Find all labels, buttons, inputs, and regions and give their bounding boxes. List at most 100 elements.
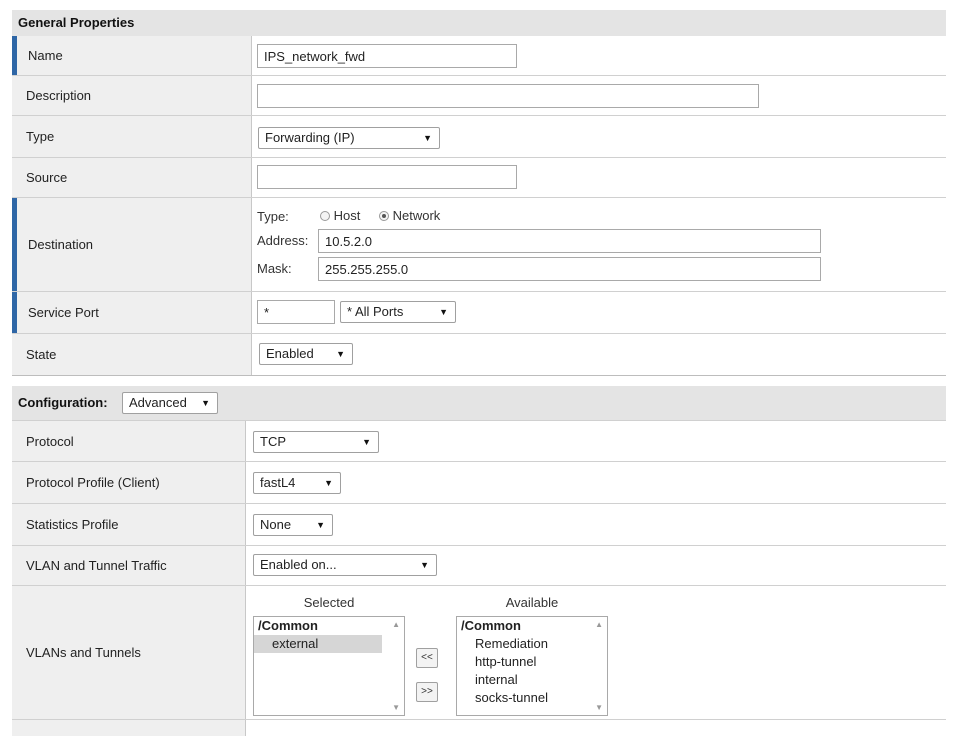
scroll-up-icon[interactable]: ▲ (392, 620, 400, 629)
type-row: Type Forwarding (IP) ▼ (12, 116, 946, 158)
selected-header: Selected (303, 595, 355, 610)
protocol-label: Protocol (26, 433, 74, 449)
protocol-select[interactable]: TCP ▼ (253, 431, 379, 453)
vlan-traffic-row: VLAN and Tunnel Traffic Enabled on... ▼ (12, 546, 946, 586)
list-item[interactable]: http-tunnel (457, 653, 607, 671)
name-row: Name (12, 36, 946, 76)
description-row: Description (12, 76, 946, 116)
state-value-cell: Enabled ▼ (252, 334, 946, 375)
service-port-label-cell: Service Port (12, 292, 252, 333)
general-properties-header: General Properties (12, 10, 946, 36)
name-input[interactable] (257, 44, 517, 68)
move-right-button[interactable]: >> (416, 682, 438, 702)
caret-down-icon: ▼ (201, 398, 210, 408)
statistics-profile-value-cell: None ▼ (246, 504, 946, 545)
list-item[interactable]: external (254, 635, 382, 653)
configuration-mode-select[interactable]: Advanced ▼ (122, 392, 218, 414)
description-value-cell (252, 76, 946, 115)
state-row: State Enabled ▼ (12, 334, 946, 376)
description-input[interactable] (257, 84, 759, 108)
dest-host-radio-group[interactable]: Host (320, 208, 360, 223)
caret-down-icon: ▼ (423, 133, 432, 143)
scroll-up-icon[interactable]: ▲ (595, 620, 603, 629)
configuration-header: Configuration: Advanced ▼ (12, 386, 946, 420)
move-left-button[interactable]: << (416, 648, 438, 668)
available-listbox[interactable]: /Common Remediation http-tunnel internal… (456, 616, 608, 716)
service-port-row: Service Port * All Ports ▼ (12, 292, 946, 334)
dest-address-label: Address: (257, 233, 309, 248)
source-input[interactable] (257, 165, 517, 189)
destination-label: Destination (28, 237, 94, 252)
statistics-profile-select[interactable]: None ▼ (253, 514, 333, 536)
list-item[interactable]: Remediation (457, 635, 607, 653)
host-radio[interactable] (320, 211, 330, 221)
service-port-select[interactable]: * All Ports ▼ (340, 301, 456, 323)
configuration-mode-value: Advanced (129, 395, 187, 410)
vlans-row: VLANs and Tunnels Selected Available /Co… (12, 586, 946, 720)
destination-value-cell: Type: Host Network Address: Mask: (252, 198, 946, 291)
statistics-profile-label-cell: Statistics Profile (12, 504, 246, 545)
protocol-select-value: TCP (260, 434, 286, 449)
network-radio-label: Network (392, 208, 441, 223)
source-row: Source (12, 158, 946, 198)
scroll-down-icon[interactable]: ▼ (392, 703, 400, 712)
network-radio[interactable] (379, 211, 389, 221)
description-label-cell: Description (12, 76, 252, 115)
list-item[interactable]: /Common (457, 617, 607, 635)
available-header: Available (505, 595, 559, 610)
service-port-select-value: * All Ports (347, 304, 404, 319)
list-item[interactable]: socks-tunnel (457, 689, 607, 707)
type-select-value: Forwarding (IP) (265, 130, 355, 145)
next-row-label-cell (12, 720, 246, 736)
vlan-traffic-label: VLAN and Tunnel Traffic (26, 558, 167, 573)
state-select[interactable]: Enabled ▼ (259, 343, 353, 365)
virtual-server-form: General Properties Name Description Type… (12, 10, 946, 736)
dest-address-input[interactable] (318, 229, 821, 253)
source-label: Source (26, 170, 68, 185)
statistics-profile-select-value: None (260, 517, 292, 532)
caret-down-icon: ▼ (362, 437, 371, 447)
caret-down-icon: ▼ (439, 307, 448, 317)
vlans-label: VLANs and Tunnels (26, 645, 141, 660)
next-row-partial (12, 720, 946, 736)
name-value-cell (252, 36, 946, 75)
name-label: Name (28, 48, 63, 63)
caret-down-icon: ▼ (336, 349, 345, 359)
description-label: Description (26, 88, 92, 103)
service-port-input[interactable] (257, 300, 335, 324)
vlan-traffic-select-value: Enabled on... (260, 557, 337, 572)
host-radio-label: Host (333, 208, 361, 223)
state-select-value: Enabled (266, 346, 314, 361)
name-label-cell: Name (12, 36, 252, 75)
service-port-value-cell: * All Ports ▼ (252, 292, 946, 333)
protocol-profile-label: Protocol Profile (Client) (26, 475, 160, 490)
type-select[interactable]: Forwarding (IP) ▼ (258, 127, 440, 149)
type-label-cell: Type (12, 116, 252, 157)
service-port-label: Service Port (28, 305, 99, 320)
selected-listbox[interactable]: /Common external ▲ ▼ (253, 616, 405, 716)
vlans-label-cell: VLANs and Tunnels (12, 586, 246, 719)
scroll-down-icon[interactable]: ▼ (595, 703, 603, 712)
statistics-profile-row: Statistics Profile None ▼ (12, 504, 946, 546)
general-properties-title: General Properties (18, 15, 135, 30)
state-label: State (26, 347, 57, 362)
dest-network-radio-group[interactable]: Network (379, 208, 440, 223)
dest-type-label: Type: (257, 209, 289, 224)
dest-mask-input[interactable] (318, 257, 821, 281)
protocol-profile-select[interactable]: fastL4 ▼ (253, 472, 341, 494)
source-label-cell: Source (12, 158, 252, 197)
configuration-title: Configuration: (18, 395, 108, 410)
caret-down-icon: ▼ (324, 478, 333, 488)
list-item[interactable]: internal (457, 671, 607, 689)
vlan-traffic-select[interactable]: Enabled on... ▼ (253, 554, 437, 576)
source-value-cell (252, 158, 946, 197)
list-item[interactable]: /Common (254, 617, 404, 635)
protocol-row: Protocol TCP ▼ (12, 420, 946, 462)
vlan-traffic-value-cell: Enabled on... ▼ (246, 546, 946, 585)
protocol-value-cell: TCP ▼ (246, 421, 946, 461)
type-value-cell: Forwarding (IP) ▼ (252, 116, 946, 157)
caret-down-icon: ▼ (420, 560, 429, 570)
state-label-cell: State (12, 334, 252, 375)
protocol-profile-select-value: fastL4 (260, 475, 296, 490)
type-label: Type (26, 129, 55, 144)
